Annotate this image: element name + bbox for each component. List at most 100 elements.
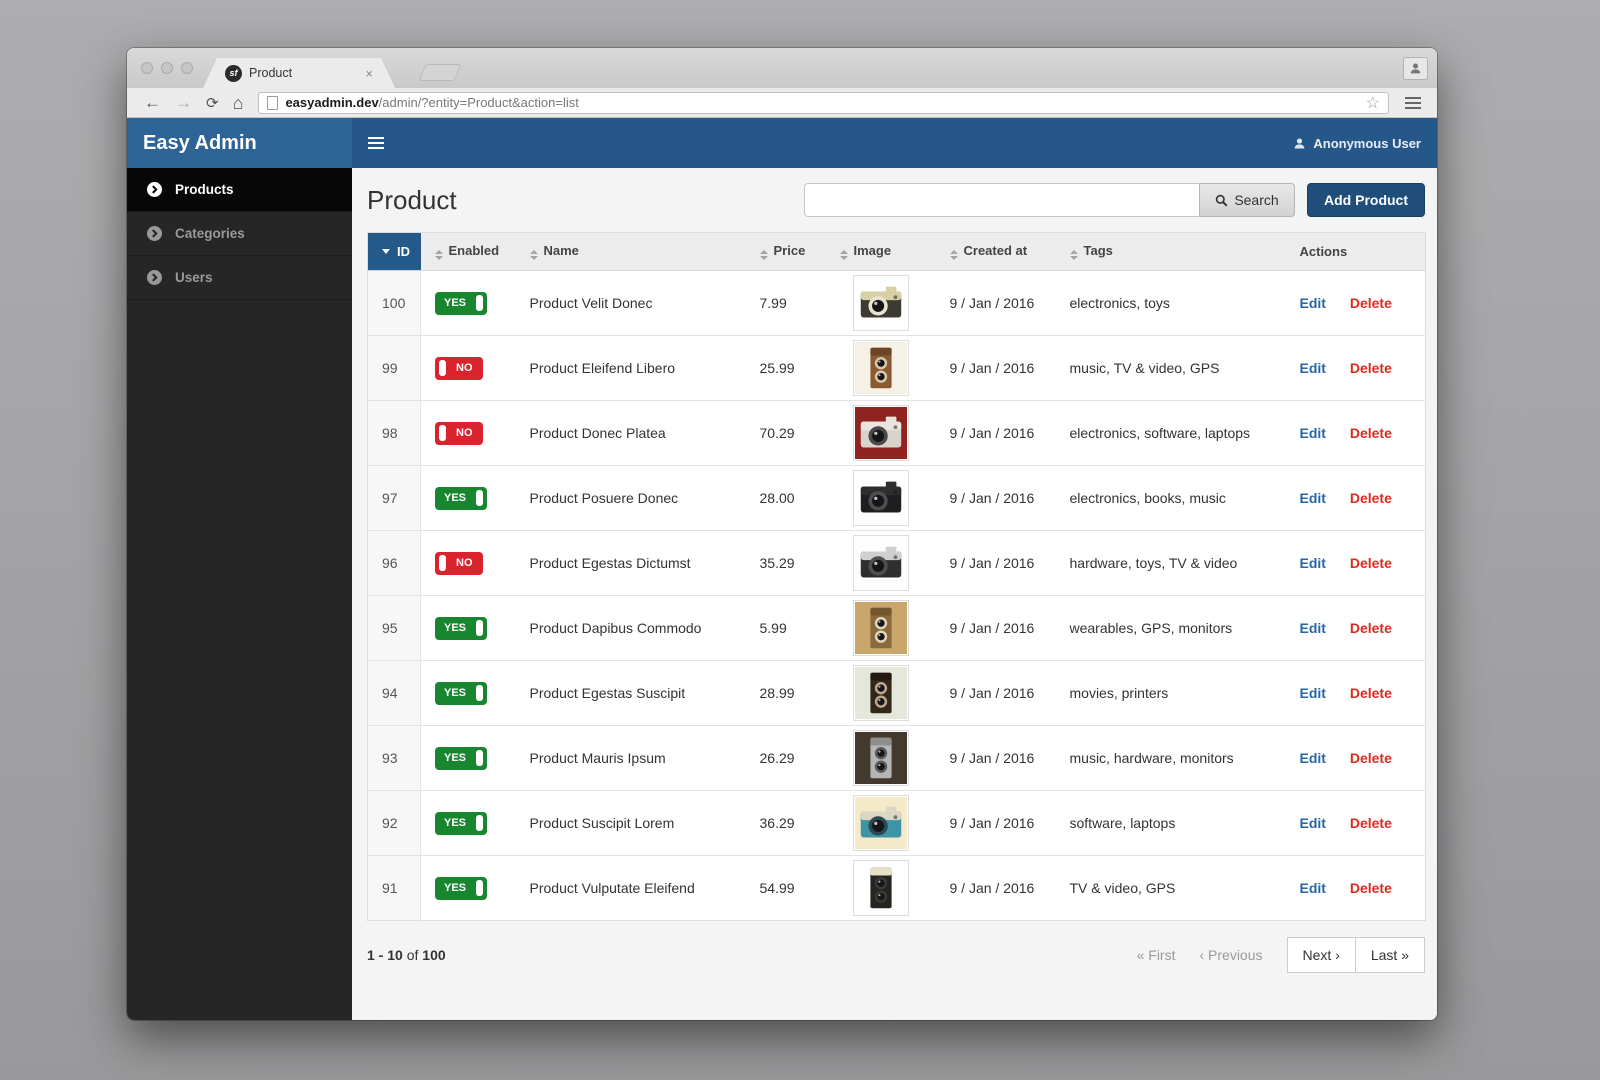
sort-desc-icon — [382, 249, 390, 254]
edit-link[interactable]: Edit — [1300, 620, 1326, 636]
edit-link[interactable]: Edit — [1300, 750, 1326, 766]
edit-link[interactable]: Edit — [1300, 360, 1326, 376]
delete-link[interactable]: Delete — [1350, 360, 1392, 376]
last-page-button[interactable]: Last » — [1355, 937, 1425, 973]
product-price: 70.29 — [745, 400, 826, 466]
browser-menu-icon[interactable] — [1405, 96, 1421, 109]
product-tags: music, hardware, monitors — [1055, 725, 1286, 791]
product-image — [852, 275, 909, 331]
table-row: 92 YES Product Suscipit Lorem 36.29 9 / … — [367, 790, 1426, 856]
delete-link[interactable]: Delete — [1350, 425, 1392, 441]
close-window-button[interactable] — [141, 62, 153, 74]
column-header-created-at[interactable]: Created at — [935, 232, 1056, 271]
sidebar-item-users[interactable]: Users — [127, 256, 352, 300]
column-header-actions: Actions — [1285, 232, 1426, 271]
created-at: 9 / Jan / 2016 — [935, 530, 1056, 596]
edit-link[interactable]: Edit — [1300, 555, 1326, 571]
tab-close-icon[interactable]: × — [365, 66, 373, 81]
delete-link[interactable]: Delete — [1350, 880, 1392, 896]
delete-link[interactable]: Delete — [1350, 490, 1392, 506]
created-at: 9 / Jan / 2016 — [935, 335, 1056, 401]
created-at: 9 / Jan / 2016 — [935, 465, 1056, 531]
product-image — [852, 405, 909, 461]
column-header-name[interactable]: Name — [515, 232, 746, 271]
product-name: Product Egestas Dictumst — [515, 530, 746, 596]
product-name: Product Vulputate Eleifend — [515, 855, 746, 921]
sidebar-item-categories[interactable]: Categories — [127, 212, 352, 256]
browser-profile-button[interactable] — [1403, 57, 1428, 80]
product-price: 5.99 — [745, 595, 826, 661]
browser-tab[interactable]: sf Product × — [203, 58, 395, 88]
column-header-tags[interactable]: Tags — [1055, 232, 1286, 271]
sidebar-item-label: Products — [175, 182, 234, 197]
minimize-window-button[interactable] — [161, 62, 173, 74]
product-image — [852, 860, 909, 916]
product-tags: software, laptops — [1055, 790, 1286, 856]
product-image — [852, 730, 909, 786]
previous-page-link[interactable]: ‹ Previous — [1199, 947, 1262, 963]
edit-link[interactable]: Edit — [1300, 490, 1326, 506]
pagination: 1 - 10 of 100 « First ‹ Previous Next › … — [367, 937, 1425, 973]
app-brand[interactable]: Easy Admin — [127, 118, 352, 168]
column-header-enabled[interactable]: Enabled — [420, 232, 516, 271]
table-header-row: ID Enabled Name Price Image Created at T… — [367, 232, 1426, 271]
search-input[interactable] — [804, 183, 1199, 217]
enabled-badge: YES — [435, 681, 488, 705]
product-image — [852, 600, 909, 656]
delete-link[interactable]: Delete — [1350, 620, 1392, 636]
address-bar[interactable]: easyadmin.dev /admin/?entity=Product&act… — [258, 91, 1389, 114]
sort-icon — [434, 250, 443, 260]
edit-link[interactable]: Edit — [1300, 685, 1326, 701]
new-tab-button[interactable] — [418, 64, 462, 81]
arrow-circle-right-icon — [147, 182, 162, 197]
edit-link[interactable]: Edit — [1300, 295, 1326, 311]
created-at: 9 / Jan / 2016 — [935, 595, 1056, 661]
delete-link[interactable]: Delete — [1350, 815, 1392, 831]
page-icon — [267, 95, 279, 110]
product-price: 36.29 — [745, 790, 826, 856]
back-button[interactable] — [144, 94, 161, 111]
edit-link[interactable]: Edit — [1300, 425, 1326, 441]
user-menu[interactable]: Anonymous User — [1293, 136, 1421, 151]
sidebar-item-products[interactable]: Products — [127, 168, 352, 212]
product-price: 25.99 — [745, 335, 826, 401]
search-button[interactable]: Search — [1199, 183, 1295, 217]
delete-link[interactable]: Delete — [1350, 750, 1392, 766]
column-header-image[interactable]: Image — [825, 232, 936, 271]
next-page-button[interactable]: Next › — [1286, 937, 1356, 973]
product-price: 35.29 — [745, 530, 826, 596]
column-header-price[interactable]: Price — [745, 232, 826, 271]
product-tags: music, TV & video, GPS — [1055, 335, 1286, 401]
reload-button[interactable] — [206, 94, 219, 111]
delete-link[interactable]: Delete — [1350, 295, 1392, 311]
sidebar-toggle-icon[interactable] — [368, 137, 384, 149]
forward-button[interactable] — [175, 94, 192, 111]
column-header-id[interactable]: ID — [367, 232, 421, 271]
home-button[interactable] — [233, 94, 244, 112]
edit-link[interactable]: Edit — [1300, 815, 1326, 831]
enabled-badge: YES — [435, 811, 488, 835]
page-title: Product — [367, 184, 457, 215]
edit-link[interactable]: Edit — [1300, 880, 1326, 896]
product-name: Product Donec Platea — [515, 400, 746, 466]
delete-link[interactable]: Delete — [1350, 555, 1392, 571]
bookmark-star-icon[interactable] — [1366, 93, 1380, 113]
table-row: 94 YES Product Egestas Suscipit 28.99 9 … — [367, 660, 1426, 726]
add-product-button[interactable]: Add Product — [1307, 183, 1425, 217]
table-row: 99 NO Product Eleifend Libero 25.99 9 / … — [367, 335, 1426, 401]
sort-icon — [759, 250, 768, 260]
table-row: 100 YES Product Velit Donec 7.99 9 / Jan… — [367, 270, 1426, 336]
enabled-badge: YES — [435, 291, 488, 315]
product-image — [852, 795, 909, 851]
zoom-window-button[interactable] — [181, 62, 193, 74]
user-name: Anonymous User — [1313, 135, 1421, 151]
first-page-link[interactable]: « First — [1137, 947, 1176, 963]
row-id: 97 — [367, 465, 421, 531]
product-name: Product Posuere Donec — [515, 465, 746, 531]
delete-link[interactable]: Delete — [1350, 685, 1392, 701]
product-image — [852, 340, 909, 396]
product-tags: electronics, books, music — [1055, 465, 1286, 531]
browser-toolbar: easyadmin.dev /admin/?entity=Product&act… — [127, 88, 1437, 118]
created-at: 9 / Jan / 2016 — [935, 790, 1056, 856]
enabled-badge: NO — [435, 551, 483, 575]
